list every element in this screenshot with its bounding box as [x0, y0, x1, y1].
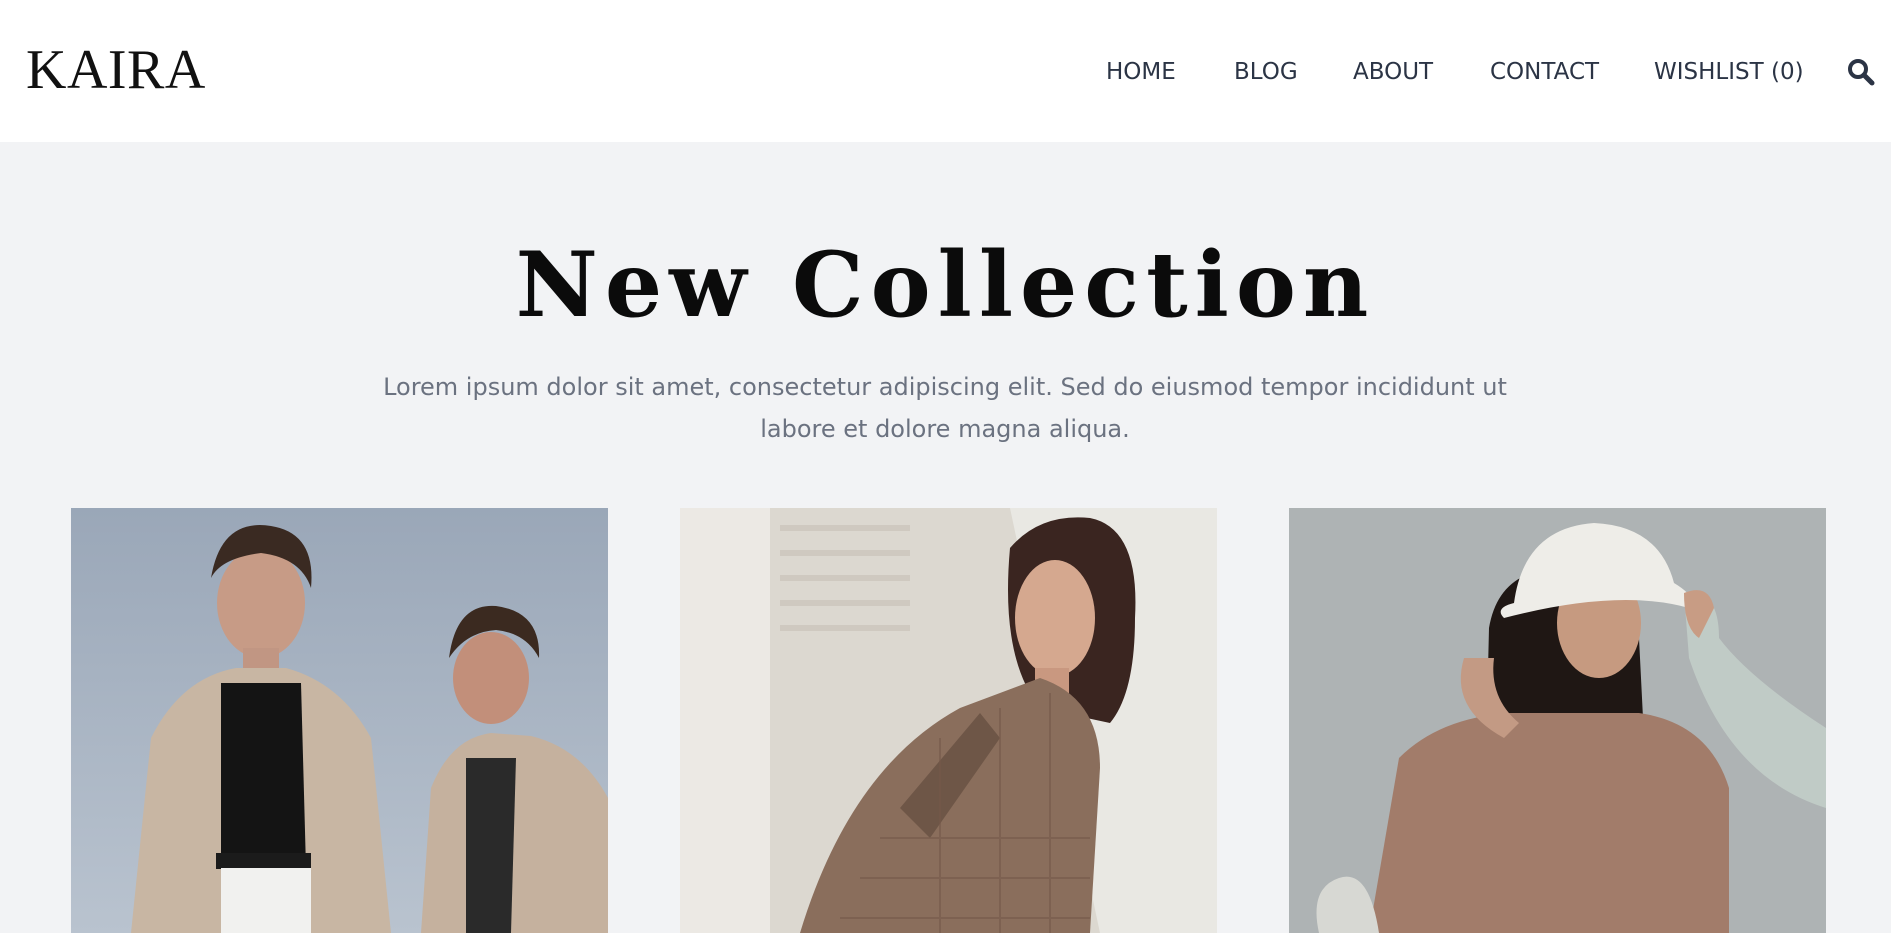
- two-models-beige-jackets-photo: [71, 508, 608, 933]
- nav-about-link[interactable]: ABOUT: [1353, 56, 1433, 88]
- nav-wishlist-link[interactable]: WISHLIST (0): [1654, 56, 1804, 88]
- model-bucket-hat-photo: [1289, 508, 1826, 933]
- model-checked-blazer-photo: [680, 508, 1217, 933]
- nav-home-link[interactable]: HOME: [1106, 56, 1176, 88]
- main-nav: HOME BLOG ABOUT CONTACT WISHLIST (0): [0, 56, 1891, 88]
- nav-contact-link[interactable]: CONTACT: [1490, 56, 1599, 88]
- search-icon: [1848, 59, 1875, 86]
- search-button[interactable]: [1846, 56, 1876, 88]
- nav-blog-link[interactable]: BLOG: [1234, 56, 1298, 88]
- site-header: KAIRA HOME BLOG ABOUT CONTACT WISHLIST (…: [0, 0, 1891, 142]
- product-card[interactable]: [680, 508, 1217, 933]
- product-card[interactable]: [71, 508, 608, 933]
- section-title: New Collection: [515, 232, 1376, 338]
- product-card[interactable]: [1289, 508, 1826, 933]
- section-description: Lorem ipsum dolor sit amet, consectetur …: [383, 373, 1507, 443]
